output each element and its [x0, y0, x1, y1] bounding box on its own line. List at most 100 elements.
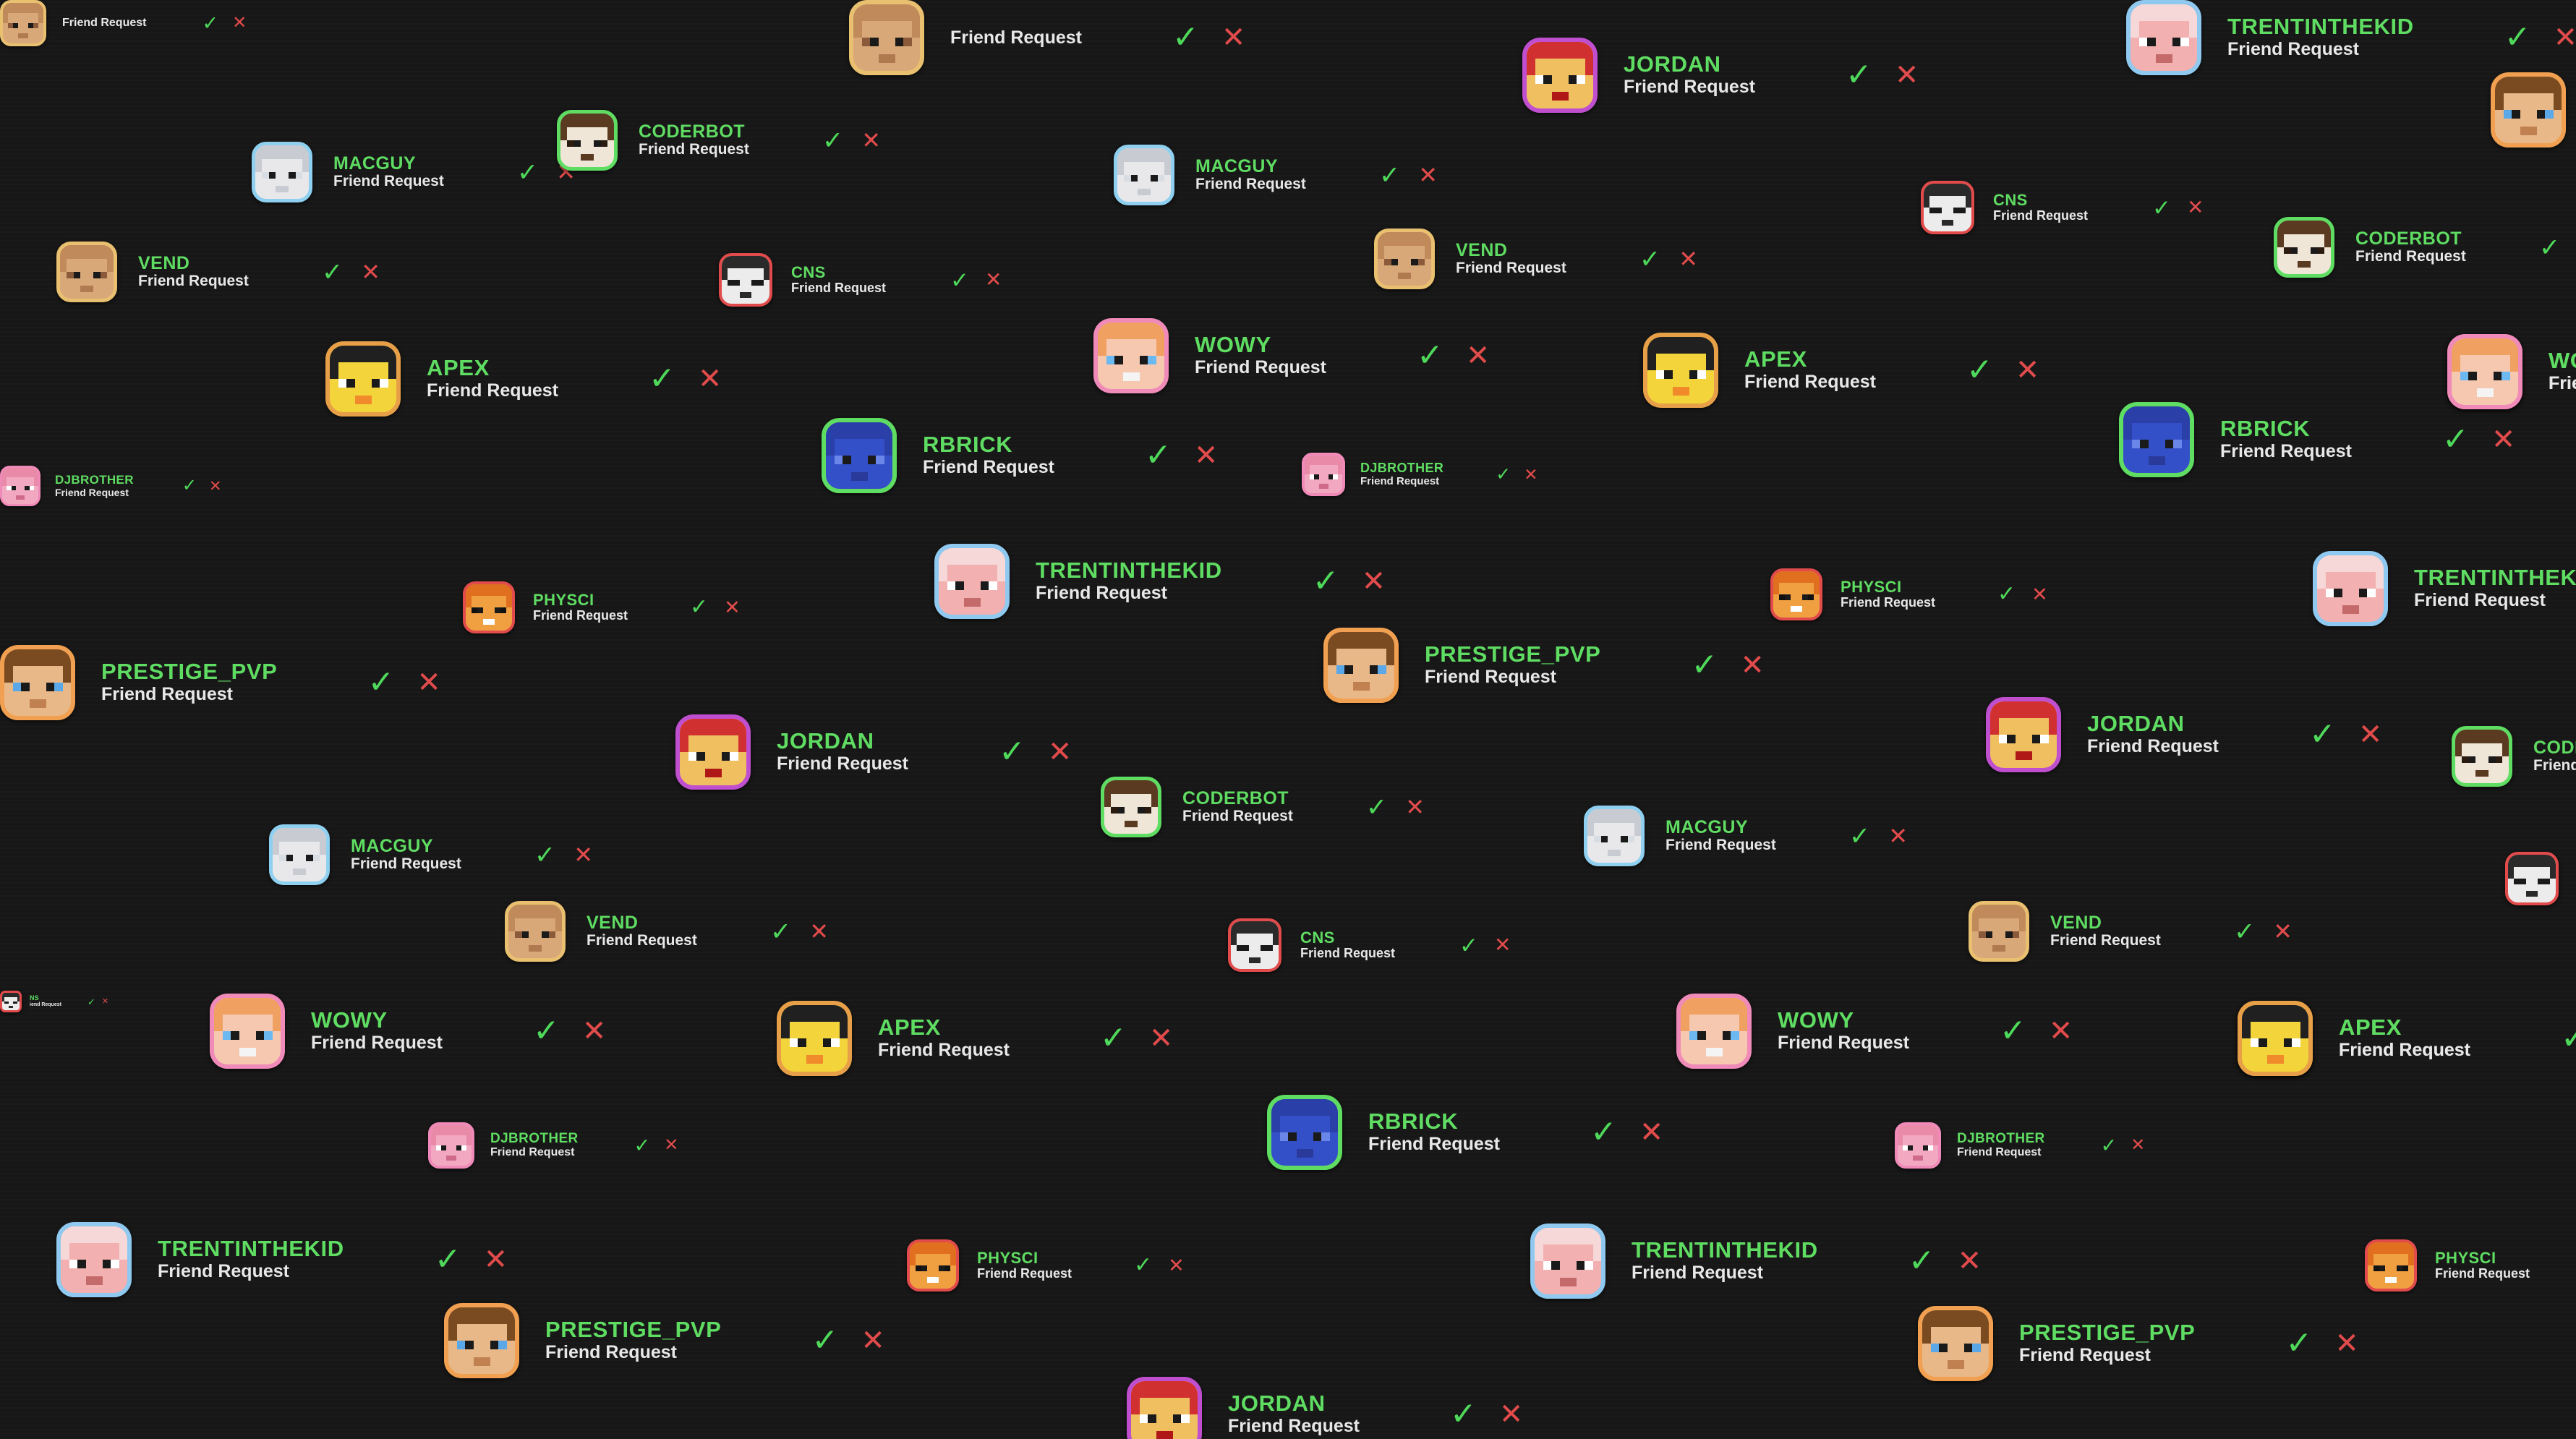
accept-check-icon[interactable]: ✓ [2234, 919, 2255, 944]
decline-x-icon[interactable]: ✕ [1958, 1247, 1982, 1276]
decline-x-icon[interactable]: ✕ [1149, 1024, 1174, 1053]
decline-x-icon[interactable]: ✕ [2131, 1137, 2145, 1154]
request-text: PRESTIGE_PVP Friend Request [545, 1318, 721, 1362]
decline-x-icon[interactable]: ✕ [809, 920, 829, 943]
decline-x-icon[interactable]: ✕ [1466, 341, 1490, 370]
decline-x-icon[interactable]: ✕ [1888, 824, 1908, 847]
decline-x-icon[interactable]: ✕ [1494, 935, 1511, 955]
accept-check-icon[interactable]: ✓ [88, 997, 95, 1007]
decline-x-icon[interactable]: ✕ [2016, 356, 2040, 385]
accept-check-icon[interactable]: ✓ [435, 1244, 461, 1276]
decline-x-icon[interactable]: ✕ [724, 597, 741, 618]
decline-x-icon[interactable]: ✕ [1194, 441, 1219, 470]
decline-x-icon[interactable]: ✕ [2491, 425, 2516, 454]
request-actions: ✓✕ [634, 1135, 679, 1156]
accept-check-icon[interactable]: ✓ [2101, 1135, 2117, 1156]
accept-check-icon[interactable]: ✓ [950, 269, 969, 291]
accept-check-icon[interactable]: ✓ [634, 1135, 651, 1156]
decline-x-icon[interactable]: ✕ [1418, 163, 1438, 187]
request-actions: ✓✕ [1459, 934, 1511, 957]
accept-check-icon[interactable]: ✓ [1966, 354, 1993, 386]
decline-x-icon[interactable]: ✕ [861, 129, 881, 152]
accept-check-icon[interactable]: ✓ [1417, 340, 1443, 372]
accept-check-icon[interactable]: ✓ [1997, 584, 2016, 605]
accept-check-icon[interactable]: ✓ [1849, 824, 1870, 849]
accept-check-icon[interactable]: ✓ [649, 363, 675, 395]
accept-check-icon[interactable]: ✓ [1145, 440, 1172, 471]
accept-check-icon[interactable]: ✓ [2152, 197, 2171, 219]
decline-x-icon[interactable]: ✕ [361, 260, 380, 283]
accept-check-icon[interactable]: ✓ [2285, 1328, 2312, 1359]
request-actions: ✓✕ [1691, 649, 1764, 681]
decline-x-icon[interactable]: ✕ [1740, 651, 1765, 680]
accept-check-icon[interactable]: ✓ [1639, 247, 1660, 272]
accept-check-icon[interactable]: ✓ [2561, 1022, 2576, 1054]
accept-check-icon[interactable]: ✓ [322, 260, 343, 285]
accept-check-icon[interactable]: ✓ [690, 597, 708, 618]
decline-x-icon[interactable]: ✕ [1168, 1255, 1185, 1276]
decline-x-icon[interactable]: ✕ [1639, 1118, 1664, 1147]
accept-check-icon[interactable]: ✓ [1379, 163, 1400, 188]
accept-check-icon[interactable]: ✓ [1590, 1116, 1617, 1148]
request-text: TRENTINTHEKIDFriend Request [2227, 15, 2414, 59]
request-actions: ✓✕ [1100, 1022, 1173, 1054]
decline-x-icon[interactable]: ✕ [664, 1137, 678, 1154]
decline-x-icon[interactable]: ✕ [102, 997, 108, 1006]
accept-check-icon[interactable]: ✓ [811, 1325, 838, 1357]
accept-check-icon[interactable]: ✓ [533, 1015, 560, 1047]
accept-check-icon[interactable]: ✓ [517, 160, 538, 185]
request-text: PHYSCI Friend Request [1841, 578, 1935, 610]
decline-x-icon[interactable]: ✕ [2334, 1329, 2359, 1358]
accept-check-icon[interactable]: ✓ [1100, 1022, 1127, 1054]
decline-x-icon[interactable]: ✕ [209, 479, 222, 494]
decline-x-icon[interactable]: ✕ [1405, 795, 1425, 819]
decline-x-icon[interactable]: ✕ [1499, 1400, 1524, 1429]
request-subtitle: Friend Request [62, 16, 147, 29]
accept-check-icon[interactable]: ✓ [770, 919, 791, 944]
decline-x-icon[interactable]: ✕ [1524, 466, 1538, 483]
accept-check-icon[interactable]: ✓ [1450, 1399, 1477, 1430]
accept-check-icon[interactable]: ✓ [1313, 565, 1339, 597]
accept-check-icon[interactable]: ✓ [367, 667, 394, 699]
decline-x-icon[interactable]: ✕ [232, 14, 247, 32]
decline-x-icon[interactable]: ✕ [698, 364, 722, 393]
decline-x-icon[interactable]: ✕ [985, 270, 1002, 290]
decline-x-icon[interactable]: ✕ [484, 1245, 508, 1274]
decline-x-icon[interactable]: ✕ [2273, 920, 2293, 943]
request-text: VEND Friend Request [2050, 913, 2161, 949]
accept-check-icon[interactable]: ✓ [1846, 59, 1872, 91]
accept-check-icon[interactable]: ✓ [1459, 934, 1478, 957]
accept-check-icon[interactable]: ✓ [2539, 235, 2560, 260]
decline-x-icon[interactable]: ✕ [1362, 567, 1386, 596]
decline-x-icon[interactable]: ✕ [1679, 247, 1698, 270]
decline-x-icon[interactable]: ✕ [582, 1017, 607, 1046]
accept-check-icon[interactable]: ✓ [202, 13, 218, 33]
accept-check-icon[interactable]: ✓ [2504, 22, 2531, 54]
accept-check-icon[interactable]: ✓ [1691, 649, 1718, 681]
accept-check-icon[interactable]: ✓ [534, 842, 555, 868]
accept-check-icon[interactable]: ✓ [182, 477, 197, 495]
accept-check-icon[interactable]: ✓ [1908, 1245, 1935, 1277]
decline-x-icon[interactable]: ✕ [417, 668, 441, 697]
decline-x-icon[interactable]: ✕ [2049, 1017, 2073, 1046]
decline-x-icon[interactable]: ✕ [1221, 23, 1246, 52]
accept-check-icon[interactable]: ✓ [1366, 795, 1387, 820]
accept-check-icon[interactable]: ✓ [2309, 719, 2336, 751]
accept-check-icon[interactable]: ✓ [1134, 1255, 1152, 1276]
avatar-icon [2365, 1239, 2417, 1291]
accept-check-icon[interactable]: ✓ [2000, 1015, 2026, 1047]
accept-check-icon[interactable]: ✓ [1172, 22, 1199, 54]
decline-x-icon[interactable]: ✕ [2358, 720, 2383, 749]
accept-check-icon[interactable]: ✓ [2442, 424, 2469, 456]
decline-x-icon[interactable]: ✕ [2554, 23, 2576, 52]
accept-check-icon[interactable]: ✓ [822, 128, 843, 153]
accept-check-icon[interactable]: ✓ [1496, 465, 1511, 484]
decline-x-icon[interactable]: ✕ [2187, 197, 2204, 218]
decline-x-icon[interactable]: ✕ [1895, 61, 1919, 90]
friend-request-card: ✓✕ [2505, 852, 2576, 905]
accept-check-icon[interactable]: ✓ [999, 736, 1025, 768]
decline-x-icon[interactable]: ✕ [1048, 738, 1072, 767]
decline-x-icon[interactable]: ✕ [2031, 584, 2048, 605]
decline-x-icon[interactable]: ✕ [573, 843, 593, 866]
decline-x-icon[interactable]: ✕ [861, 1326, 885, 1355]
